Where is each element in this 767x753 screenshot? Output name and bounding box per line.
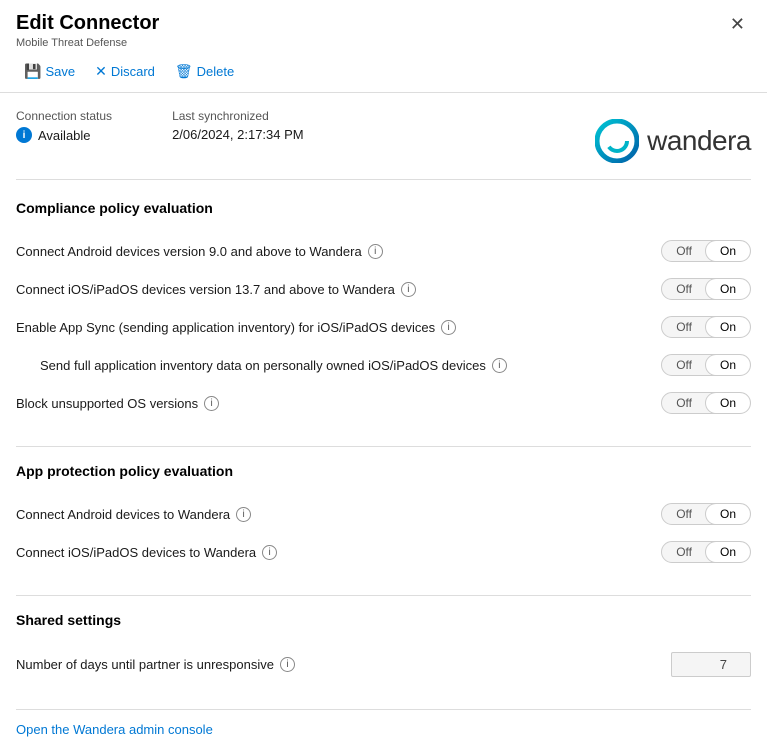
days-unresponsive-row: Number of days until partner is unrespon… [16,644,751,685]
app-ios-label: Connect iOS/iPadOS devices to Wandera i [16,545,661,560]
compliance-section-title: Compliance policy evaluation [16,200,751,216]
ios-connect-label: Connect iOS/iPadOS devices version 13.7 … [16,282,661,297]
app-android-label: Connect Android devices to Wandera i [16,507,661,522]
wandera-console-link[interactable]: Open the Wandera admin console [16,722,213,737]
connection-status-col: Connection status i Available [16,109,112,143]
app-ios-off[interactable]: Off [662,542,706,562]
connection-available-text: Available [38,128,91,143]
connection-status-value: i Available [16,127,112,143]
discard-label: Discard [111,64,155,79]
shared-settings-title: Shared settings [16,612,751,628]
app-android-toggle[interactable]: Off On [661,503,751,525]
section-divider-1 [16,446,751,447]
full-inventory-toggle[interactable]: Off On [661,354,751,376]
setting-row-block-unsupported: Block unsupported OS versions i Off On [16,384,751,422]
app-android-on[interactable]: On [706,504,750,524]
android-connect-label: Connect Android devices version 9.0 and … [16,244,661,259]
discard-button[interactable]: ✕ Discard [87,59,163,84]
tooltip-icon-days: i [280,657,295,672]
wandera-brand-text: wandera [647,125,751,157]
setting-row-app-ios: Connect iOS/iPadOS devices to Wandera i … [16,533,751,571]
delete-icon: 🗑 [175,63,193,80]
ios-connect-toggle[interactable]: Off On [661,278,751,300]
app-protection-section: App protection policy evaluation Connect… [16,463,751,571]
block-unsupported-on[interactable]: On [706,393,750,413]
save-icon: 💾 [24,63,41,80]
compliance-section: Compliance policy evaluation Connect And… [16,200,751,422]
connection-status-label: Connection status [16,109,112,123]
full-inventory-off[interactable]: Off [662,355,706,375]
app-android-off[interactable]: Off [662,504,706,524]
toolbar: 💾 Save ✕ Discard 🗑 Delete [0,53,767,93]
ios-connect-on[interactable]: On [706,279,750,299]
app-sync-off[interactable]: Off [662,317,706,337]
app-sync-toggle[interactable]: Off On [661,316,751,338]
tooltip-icon-block-unsupported: i [204,396,219,411]
close-button[interactable]: ✕ [724,12,751,37]
header-left: Edit Connector Mobile Threat Defense [16,12,159,49]
app-sync-label: Enable App Sync (sending application inv… [16,320,661,335]
wandera-logo: wandera [595,119,751,163]
edit-connector-dialog: Edit Connector Mobile Threat Defense ✕ 💾… [0,0,767,753]
block-unsupported-label: Block unsupported OS versions i [16,396,661,411]
block-unsupported-off[interactable]: Off [662,393,706,413]
tooltip-icon-app-ios: i [262,545,277,560]
full-inventory-on[interactable]: On [706,355,750,375]
setting-row-ios-connect: Connect iOS/iPadOS devices version 13.7 … [16,270,751,308]
setting-row-app-android: Connect Android devices to Wandera i Off… [16,495,751,533]
content-area: Connection status i Available Last synch… [0,93,767,753]
last-sync-value: 2/06/2024, 2:17:34 PM [172,127,304,142]
android-connect-on[interactable]: On [706,241,750,261]
tooltip-icon-ios-connect: i [401,282,416,297]
info-icon: i [16,127,32,143]
tooltip-icon-android-connect: i [368,244,383,259]
setting-row-android-connect: Connect Android devices version 9.0 and … [16,232,751,270]
android-connect-off[interactable]: Off [662,241,706,261]
wandera-circle-icon [595,119,639,163]
ios-connect-off[interactable]: Off [662,279,706,299]
full-inventory-label: Send full application inventory data on … [40,358,661,373]
days-unresponsive-label: Number of days until partner is unrespon… [16,657,671,672]
tooltip-icon-app-sync: i [441,320,456,335]
dialog-title: Edit Connector [16,12,159,35]
app-ios-toggle[interactable]: Off On [661,541,751,563]
app-protection-section-title: App protection policy evaluation [16,463,751,479]
last-sync-label: Last synchronized [172,109,304,123]
save-button[interactable]: 💾 Save [16,59,83,84]
discard-icon: ✕ [95,63,107,80]
app-sync-on[interactable]: On [706,317,750,337]
last-sync-col: Last synchronized 2/06/2024, 2:17:34 PM [172,109,304,143]
status-section: Connection status i Available Last synch… [16,109,751,180]
setting-row-app-sync: Enable App Sync (sending application inv… [16,308,751,346]
app-ios-on[interactable]: On [706,542,750,562]
android-connect-toggle[interactable]: Off On [661,240,751,262]
delete-label: Delete [197,64,235,79]
dialog-header: Edit Connector Mobile Threat Defense ✕ [0,0,767,53]
tooltip-icon-full-inventory: i [492,358,507,373]
sync-timestamp: 2/06/2024, 2:17:34 PM [172,127,304,142]
delete-button[interactable]: 🗑 Delete [167,59,242,84]
save-label: Save [45,64,75,79]
footer-section: Open the Wandera admin console [16,709,751,737]
setting-row-full-inventory: Send full application inventory data on … [16,346,751,384]
status-left: Connection status i Available Last synch… [16,109,304,143]
dialog-subtitle: Mobile Threat Defense [16,37,159,49]
shared-settings-section: Shared settings Number of days until par… [16,612,751,685]
section-divider-2 [16,595,751,596]
days-input[interactable] [671,652,751,677]
block-unsupported-toggle[interactable]: Off On [661,392,751,414]
tooltip-icon-app-android: i [236,507,251,522]
